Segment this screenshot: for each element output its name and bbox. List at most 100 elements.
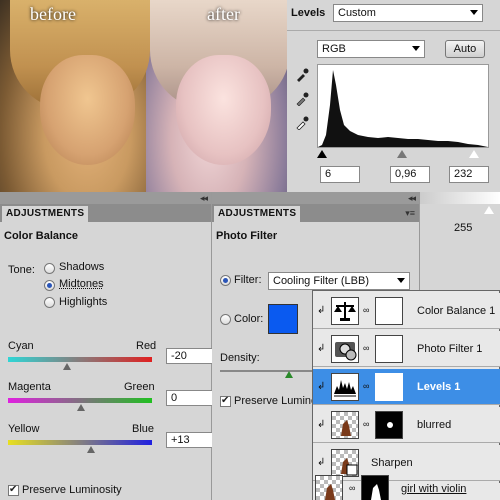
chevron-down-icon — [397, 278, 405, 283]
magenta-green-value[interactable]: 0 — [166, 390, 216, 406]
radio-filter[interactable] — [220, 275, 231, 286]
link-icon[interactable]: ∞ — [349, 483, 355, 493]
color-balance-icon — [331, 297, 359, 325]
layer-mask — [361, 475, 389, 500]
panel-titlebar: ◂◂ — [212, 192, 419, 204]
layer-name: girl with violin — [401, 483, 467, 495]
layer-name: Sharpen — [371, 457, 413, 469]
levels-icon — [331, 373, 359, 401]
face-before — [40, 55, 135, 165]
link-icon[interactable]: ∞ — [363, 381, 369, 391]
tab-adjustments[interactable]: ADJUSTMENTS — [214, 206, 301, 222]
radio-color[interactable] — [220, 314, 231, 325]
levels-input-slider[interactable] — [317, 150, 489, 160]
layer-row[interactable]: ↲ ∞ Color Balance 1 — [313, 293, 500, 329]
white-point-handle[interactable] — [469, 150, 479, 158]
link-icon[interactable]: ∞ — [363, 305, 369, 315]
layer-row[interactable]: ∞ girl with violin — [313, 475, 500, 500]
filter-select[interactable]: Cooling Filter (LBB) — [268, 272, 410, 290]
filter-label: Filter: — [234, 274, 262, 286]
photo-filter-icon — [331, 335, 359, 363]
layer-mask — [375, 297, 403, 325]
layer-mask — [375, 411, 403, 439]
highlights-label: Highlights — [59, 296, 108, 308]
collapse-icon[interactable]: ◂◂ — [408, 193, 416, 204]
clip-arrow-icon: ↲ — [317, 381, 326, 392]
radio-shadows[interactable] — [44, 263, 55, 274]
gray-eyedropper-icon[interactable] — [295, 92, 309, 106]
photo-filter-title: Photo Filter — [216, 230, 278, 242]
after-label: after — [207, 4, 240, 24]
cyan-label: Cyan — [8, 340, 34, 352]
color-balance-title: Color Balance — [4, 230, 78, 242]
black-point-handle[interactable] — [317, 150, 327, 158]
filter-color-swatch[interactable] — [268, 304, 298, 334]
density-thumb[interactable] — [285, 371, 293, 378]
layer-name: Color Balance 1 — [417, 305, 496, 317]
layer-row-selected[interactable]: ↲ ∞ Levels 1 — [313, 369, 500, 405]
layer-row[interactable]: ↲ ∞ blurred — [313, 407, 500, 443]
layer-mask — [375, 373, 403, 401]
face-after — [176, 55, 271, 165]
image-thumb — [315, 475, 343, 500]
density-slider[interactable] — [220, 370, 320, 372]
layer-mask — [375, 335, 403, 363]
clip-arrow-icon: ↲ — [317, 305, 326, 316]
preserve-luminosity-checkbox[interactable] — [8, 484, 19, 496]
clip-arrow-icon: ↲ — [317, 343, 326, 354]
layers-panel: ↲ ∞ Color Balance 1 ↲ ∞ Photo Filter 1 ↲… — [312, 290, 500, 500]
levels-preset-select[interactable]: Custom — [333, 4, 483, 22]
radio-midtones[interactable] — [44, 280, 55, 291]
chevron-down-icon — [470, 10, 478, 15]
cyan-red-thumb[interactable] — [63, 363, 71, 370]
cyan-red-slider[interactable] — [8, 357, 152, 362]
magenta-green-thumb[interactable] — [77, 404, 85, 411]
layer-name: blurred — [417, 419, 452, 431]
input-gamma-field[interactable]: 0,96 — [390, 166, 430, 183]
yellow-label: Yellow — [8, 423, 40, 435]
output-white-handle[interactable] — [484, 206, 494, 214]
layer-row[interactable]: ↲ ∞ Photo Filter 1 — [313, 331, 500, 367]
gamma-handle[interactable] — [397, 150, 407, 158]
tab-adjustments[interactable]: ADJUSTMENTS — [2, 206, 89, 222]
link-icon[interactable]: ∞ — [363, 419, 369, 429]
chevron-down-icon — [412, 46, 420, 51]
adjustments-tab-bar: ADJUSTMENTS ▾≡ — [212, 204, 419, 222]
input-black-field[interactable]: 6 — [320, 166, 360, 183]
radio-highlights[interactable] — [44, 297, 55, 308]
magenta-green-slider[interactable] — [8, 398, 152, 403]
auto-button[interactable]: Auto — [445, 40, 485, 58]
levels-channel-value: RGB — [322, 43, 346, 55]
black-eyedropper-icon[interactable] — [295, 68, 309, 82]
green-label: Green — [124, 381, 155, 393]
yellow-blue-thumb[interactable] — [87, 446, 95, 453]
output-white-field[interactable]: 255 — [420, 222, 500, 239]
filter-select-value: Cooling Filter (LBB) — [273, 275, 369, 287]
output-gradient — [420, 192, 500, 204]
preserve-luminosity-checkbox[interactable] — [220, 395, 231, 407]
levels-channel-select[interactable]: RGB — [317, 40, 425, 58]
color-balance-panel: ◂◂ ADJUSTMENTS Color Balance Tone: Shado… — [0, 192, 216, 500]
red-label: Red — [136, 340, 157, 352]
smart-filter-icon — [331, 449, 359, 477]
layer-name: Photo Filter 1 — [417, 343, 483, 355]
tone-label: Tone: — [8, 264, 35, 276]
yellow-blue-value[interactable]: +13 — [166, 432, 216, 448]
blue-label: Blue — [132, 423, 155, 435]
color-label: Color: — [234, 313, 264, 325]
levels-output-area: 255 — [420, 192, 500, 248]
link-icon[interactable]: ∞ — [363, 343, 369, 353]
histogram — [317, 64, 489, 148]
magenta-label: Magenta — [8, 381, 51, 393]
panel-menu-icon[interactable]: ▾≡ — [405, 208, 415, 219]
midtones-label: Midtones — [59, 278, 104, 290]
levels-panel: Levels Custom RGB Auto 6 0,96 232 — [287, 0, 500, 192]
clip-arrow-icon: ↲ — [317, 457, 326, 468]
cyan-red-value[interactable]: -20 — [166, 348, 216, 364]
preserve-luminosity-label: Preserve Luminos — [234, 395, 323, 407]
input-white-field[interactable]: 232 — [449, 166, 489, 183]
clip-arrow-icon: ↲ — [317, 419, 326, 430]
collapse-icon[interactable]: ◂◂ — [200, 193, 208, 204]
white-eyedropper-icon[interactable] — [295, 116, 309, 130]
yellow-blue-slider[interactable] — [8, 440, 152, 445]
